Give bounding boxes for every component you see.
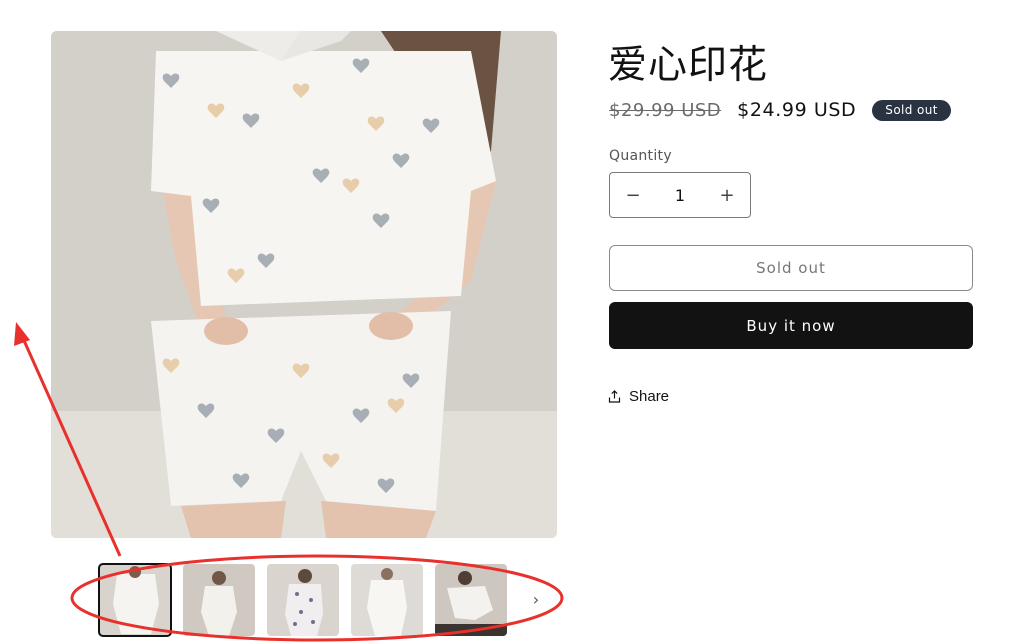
sold-out-badge: Sold out	[872, 99, 951, 121]
chevron-right-icon[interactable]: ›	[521, 584, 551, 614]
quantity-increase-button[interactable]: +	[704, 185, 750, 206]
thumbnail-3[interactable]	[267, 564, 339, 636]
quantity-input[interactable]	[656, 184, 704, 206]
main-product-image[interactable]	[51, 31, 557, 538]
thumbnail-1[interactable]	[98, 563, 172, 637]
thumbnail-5[interactable]	[435, 564, 507, 636]
quantity-stepper: − +	[609, 172, 751, 218]
share-icon	[608, 390, 621, 403]
quantity-decrease-button[interactable]: −	[610, 185, 656, 206]
share-label: Share	[629, 388, 670, 405]
sale-price: $24.99 USD	[737, 99, 857, 121]
share-button[interactable]: Share	[608, 388, 669, 405]
compare-at-price: $29.99 USD	[609, 99, 722, 121]
price-row: $29.99 USD $24.99 USD Sold out	[609, 99, 951, 121]
sold-out-button[interactable]: Sold out	[609, 245, 973, 291]
buy-it-now-button[interactable]: Buy it now	[609, 302, 973, 349]
annotation-arrow-head	[14, 322, 30, 346]
product-photo	[51, 31, 557, 538]
quantity-label: Quantity	[609, 148, 672, 164]
thumbnail-4[interactable]	[351, 564, 423, 636]
product-title: 爱心印花	[608, 43, 769, 88]
thumbnail-2[interactable]	[183, 564, 255, 636]
